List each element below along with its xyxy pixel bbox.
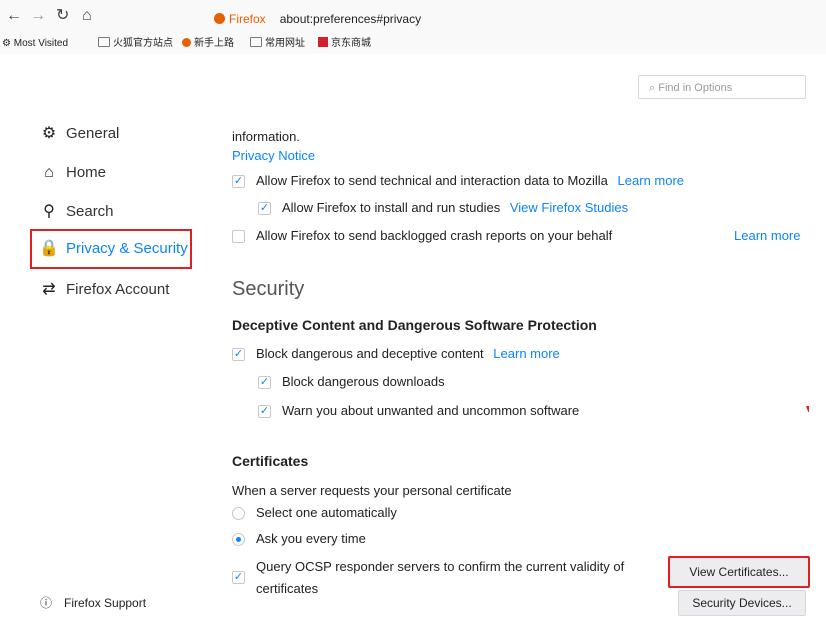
select-automatically-label: Select one automatically: [256, 505, 397, 520]
reload-icon[interactable]: ↻: [56, 6, 69, 26]
view-certificates-button[interactable]: View Certificates...: [668, 556, 810, 588]
security-heading: Security: [232, 278, 305, 300]
gear-icon: ⚙: [2, 38, 11, 49]
bookmark-label: 常用网址: [265, 38, 305, 49]
bookmark-common-sites[interactable]: 常用网址: [250, 34, 305, 54]
url-text: about:preferences#privacy: [279, 12, 422, 26]
studies-checkbox[interactable]: ✓: [258, 202, 271, 215]
info-text: information.: [232, 129, 300, 144]
firefox-icon: [182, 38, 191, 47]
find-in-options-input[interactable]: ⌕ Find in Options: [638, 75, 806, 99]
block-downloads-label: Block dangerous downloads: [282, 374, 445, 389]
sidebar-item-label: Home: [66, 164, 107, 181]
select-automatically-radio[interactable]: [232, 507, 245, 520]
view-studies-link[interactable]: View Firefox Studies: [510, 200, 628, 215]
jd-icon: [318, 37, 328, 47]
ocsp-label-line2: certificates: [256, 581, 319, 596]
send-data-label: Allow Firefox to send technical and inte…: [256, 173, 685, 188]
learn-more-link[interactable]: Learn more: [618, 173, 684, 188]
ocsp-checkbox[interactable]: ✓: [232, 571, 245, 584]
sidebar-item-firefox-account[interactable]: ⇄ Firefox Account: [38, 278, 169, 302]
block-deceptive-label: Block dangerous and deceptive content Le…: [256, 346, 560, 361]
search-placeholder: Find in Options: [658, 82, 733, 94]
bookmark-label: Most Visited: [13, 38, 69, 49]
certificates-description: When a server requests your personal cer…: [232, 483, 512, 498]
url-bar[interactable]: Firefox about:preferences#privacy: [214, 9, 814, 29]
sidebar-item-general[interactable]: ⚙ General: [38, 122, 120, 146]
nav-toolbar: ← → ↻ ⌂ Firefox about:preferences#privacy: [0, 0, 826, 34]
studies-label: Allow Firefox to install and run studies…: [282, 200, 629, 215]
bookmark-label: 新手上路: [194, 38, 234, 49]
home-icon[interactable]: ⌂: [82, 6, 92, 26]
sidebar-item-search[interactable]: ⚲ Search: [38, 200, 114, 224]
deceptive-heading: Deceptive Content and Dangerous Software…: [232, 317, 597, 333]
gear-icon: ⚙: [41, 125, 57, 142]
crash-reports-label: Allow Firefox to send backlogged crash r…: [256, 228, 613, 243]
crash-reports-checkbox[interactable]: [232, 230, 245, 243]
sidebar-item-label: Firefox Account: [66, 281, 170, 298]
url-brand: Firefox: [229, 12, 266, 26]
bookmark-jd-mall[interactable]: 京东商城: [318, 34, 371, 54]
block-downloads-checkbox[interactable]: ✓: [258, 376, 271, 389]
forward-arrow-icon[interactable]: →: [30, 6, 46, 26]
firefox-support-link[interactable]: ⓘ Firefox Support: [40, 594, 146, 612]
sync-icon: ⇄: [42, 281, 56, 298]
sidebar-item-home[interactable]: ⌂ Home: [38, 161, 106, 185]
search-icon: ⚲: [43, 203, 55, 220]
bookmark-label: 火狐官方站点: [113, 38, 173, 49]
firefox-icon: [214, 13, 225, 24]
bookmark-firefox-official[interactable]: 火狐官方站点: [98, 34, 173, 54]
warn-unwanted-checkbox[interactable]: ✓: [258, 405, 271, 418]
help-icon: ⓘ: [40, 596, 53, 610]
bookmark-getting-started[interactable]: 新手上路: [182, 34, 234, 54]
red-down-arrow-icon: [806, 406, 809, 412]
folder-icon: [98, 37, 110, 47]
warn-unwanted-label: Warn you about unwanted and uncommon sof…: [282, 403, 580, 418]
security-devices-button[interactable]: Security Devices...: [678, 590, 806, 616]
bookmarks-bar: ⚙ Most Visited 火狐官方站点 新手上路 常用网址 京东商城: [0, 34, 826, 54]
search-icon: ⌕: [649, 82, 656, 94]
home-icon: ⌂: [44, 164, 54, 181]
bookmark-most-visited[interactable]: ⚙ Most Visited: [2, 34, 68, 54]
ask-every-time-label: Ask you every time: [256, 531, 366, 546]
privacy-notice-link[interactable]: Privacy Notice: [232, 147, 315, 165]
send-data-checkbox[interactable]: ✓: [232, 175, 245, 188]
lock-icon: 🔒: [39, 240, 59, 257]
sidebar-item-privacy-security[interactable]: 🔒 Privacy & Security: [30, 229, 192, 269]
block-deceptive-checkbox[interactable]: ✓: [232, 348, 245, 361]
bookmark-label: 京东商城: [331, 38, 371, 49]
sidebar-item-label: Privacy & Security: [66, 240, 188, 257]
sidebar-item-label: General: [66, 125, 120, 142]
support-label: Firefox Support: [64, 596, 147, 610]
ask-every-time-radio[interactable]: [232, 533, 245, 546]
certificates-heading: Certificates: [232, 453, 309, 469]
ocsp-label-line1: Query OCSP responder servers to confirm …: [256, 559, 625, 574]
back-arrow-icon[interactable]: ←: [6, 6, 22, 26]
folder-icon: [250, 37, 262, 47]
sidebar-item-label: Search: [66, 203, 114, 220]
deceptive-learn-more-link[interactable]: Learn more: [493, 346, 559, 361]
crash-learn-more-link[interactable]: Learn more: [734, 227, 800, 245]
